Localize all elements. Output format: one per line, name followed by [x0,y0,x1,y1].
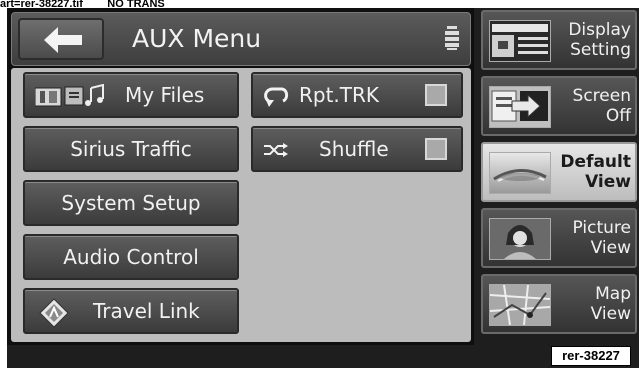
shuffle-button[interactable]: Shuffle [251,126,463,172]
travel-link-icon [39,298,69,328]
default-view-icon [489,152,551,194]
travel-link-label: Travel Link [93,299,200,323]
display-setting-icon [489,20,551,62]
picture-view-icon [489,218,551,260]
picture-view-button[interactable]: Picture View [481,208,637,268]
my-files-label: My Files [125,83,205,107]
menu-panel: My Files Sirius Traffic System Setup Aud… [11,68,471,342]
repeat-track-button[interactable]: Rpt.TRK [251,72,463,118]
aux-menu-screen: AUX Menu My Files Sirius Traffic System … [7,8,639,368]
my-files-button[interactable]: My Files [23,72,239,118]
shuffle-checkbox[interactable] [425,138,447,160]
display-setting-button[interactable]: Display Setting [481,10,637,70]
back-arrow-icon [44,27,82,53]
screen-off-label: Screen Off [572,86,631,126]
audio-control-label: Audio Control [63,245,199,269]
title-bar: AUX Menu [11,12,471,66]
picture-view-label: Picture View [572,218,631,258]
my-files-icon [35,84,104,107]
back-button[interactable] [18,18,104,60]
screen-off-button[interactable]: Screen Off [481,76,637,136]
repeat-icon [264,87,289,107]
page-title: AUX Menu [132,24,262,53]
travel-link-button[interactable]: Travel Link [23,288,239,334]
default-view-button[interactable]: Default View [481,142,637,202]
view-sidebar: Display Setting Screen Off Default View … [479,8,639,345]
shuffle-icon [264,143,288,157]
system-setup-label: System Setup [61,191,201,215]
default-view-label: Default View [560,152,631,192]
figure-header-label: art=rer-38227.tif NO TRANS [0,0,165,8]
map-view-label: Map View [590,284,631,324]
repeat-track-checkbox[interactable] [425,84,447,106]
main-area: AUX Menu My Files Sirius Traffic System … [7,8,474,345]
screen-off-icon [489,86,551,128]
figure-reference-tag: rer-38227 [551,346,631,366]
display-setting-label: Display Setting [568,20,631,60]
map-view-icon [489,284,551,326]
repeat-track-label: Rpt.TRK [299,83,380,107]
shuffle-label: Shuffle [319,137,389,161]
audio-control-button[interactable]: Audio Control [23,234,239,280]
sirius-traffic-button[interactable]: Sirius Traffic [23,126,239,172]
map-view-button[interactable]: Map View [481,274,637,334]
system-setup-button[interactable]: System Setup [23,180,239,226]
menu-list-icon[interactable] [444,25,460,51]
sirius-traffic-label: Sirius Traffic [70,137,192,161]
